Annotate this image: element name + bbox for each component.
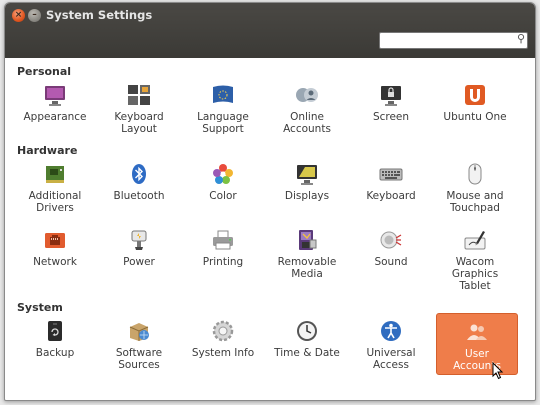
- search-icon: ⚲: [516, 32, 525, 45]
- screen-lock-icon: [379, 83, 403, 107]
- item-label: Color: [209, 190, 237, 202]
- item-online-accounts[interactable]: Online Accounts: [266, 83, 348, 141]
- keyboard-layout-icon: [127, 83, 151, 107]
- network-icon: [43, 228, 67, 252]
- clock-icon: [295, 319, 319, 343]
- item-label: Sound: [374, 256, 408, 268]
- search-input[interactable]: ⚲: [379, 32, 528, 49]
- item-label: Keyboard Layout: [114, 111, 164, 135]
- item-label: Wacom Graphics Tablet: [451, 256, 499, 292]
- wacom-tablet-icon: [463, 228, 487, 252]
- item-label: Removable Media: [277, 256, 337, 280]
- language-icon: [211, 83, 235, 107]
- appearance-icon: [43, 83, 67, 107]
- item-mouse-touchpad[interactable]: Mouse and Touchpad: [434, 162, 516, 220]
- bluetooth-icon: [127, 162, 151, 186]
- item-additional-drivers[interactable]: Additional Drivers: [14, 162, 96, 220]
- item-ubuntu-one[interactable]: Ubuntu One: [434, 83, 516, 141]
- item-label: Network: [33, 256, 77, 268]
- item-appearance[interactable]: Appearance: [14, 83, 96, 141]
- item-bluetooth[interactable]: Bluetooth: [98, 162, 180, 220]
- item-universal-access[interactable]: Universal Access: [350, 319, 432, 377]
- item-color[interactable]: Color: [182, 162, 264, 220]
- item-label: Keyboard: [366, 190, 416, 202]
- item-label: User Accounts: [453, 348, 501, 372]
- item-power[interactable]: Power: [98, 228, 180, 286]
- online-accounts-icon: [295, 83, 319, 107]
- minimize-icon: –: [32, 10, 37, 20]
- item-backup[interactable]: Backup: [14, 319, 96, 377]
- system-info-icon: [211, 319, 235, 343]
- item-label: Power: [123, 256, 155, 268]
- section-hardware: Hardware: [17, 144, 78, 157]
- color-icon: [211, 162, 235, 186]
- displays-icon: [295, 162, 319, 186]
- item-system-info[interactable]: System Info: [182, 319, 264, 377]
- close-button[interactable]: ×: [12, 9, 25, 22]
- item-label: Software Sources: [115, 347, 163, 371]
- titlebar: × – System Settings ⚲: [5, 3, 535, 58]
- settings-window: × – System Settings ⚲ Personal Hardware …: [4, 2, 536, 401]
- item-user-accounts[interactable]: User Accounts: [436, 313, 518, 375]
- item-label: System Info: [191, 347, 255, 359]
- close-icon: ×: [14, 10, 23, 20]
- item-software-sources[interactable]: Software Sources: [98, 319, 180, 377]
- item-label: Mouse and Touchpad: [446, 190, 504, 214]
- item-sound[interactable]: Sound: [350, 228, 432, 286]
- software-sources-icon: [127, 319, 151, 343]
- item-label: Appearance: [23, 111, 87, 123]
- power-icon: [127, 228, 151, 252]
- item-label: Ubuntu One: [443, 111, 507, 123]
- ubuntu-one-icon: [463, 83, 487, 107]
- item-label: Time & Date: [274, 347, 340, 359]
- minimize-button[interactable]: –: [28, 9, 41, 22]
- item-printing[interactable]: Printing: [182, 228, 264, 286]
- item-displays[interactable]: Displays: [266, 162, 348, 220]
- item-keyboard[interactable]: Keyboard: [350, 162, 432, 220]
- section-system: System: [17, 301, 63, 314]
- item-screen[interactable]: Screen: [350, 83, 432, 141]
- keyboard-icon: [379, 162, 403, 186]
- user-accounts-icon: [465, 320, 489, 344]
- item-label: Universal Access: [366, 347, 416, 371]
- removable-media-icon: [295, 228, 319, 252]
- item-wacom-tablet[interactable]: Wacom Graphics Tablet: [434, 228, 516, 292]
- mouse-icon: [463, 162, 487, 186]
- item-label: Language Support: [197, 111, 249, 135]
- item-label: Online Accounts: [283, 111, 331, 135]
- sound-icon: [379, 228, 403, 252]
- item-label: Displays: [284, 190, 330, 202]
- item-language-support[interactable]: Language Support: [182, 83, 264, 141]
- chip-icon: [43, 162, 67, 186]
- item-label: Backup: [35, 347, 75, 359]
- section-personal: Personal: [17, 65, 72, 78]
- item-label: Additional Drivers: [28, 190, 82, 214]
- item-keyboard-layout[interactable]: Keyboard Layout: [98, 83, 180, 141]
- item-label: Screen: [372, 111, 410, 123]
- window-title: System Settings: [46, 8, 153, 22]
- backup-icon: [43, 319, 67, 343]
- item-removable-media[interactable]: Removable Media: [266, 228, 348, 286]
- printer-icon: [211, 228, 235, 252]
- universal-access-icon: [379, 319, 403, 343]
- item-label: Printing: [202, 256, 244, 268]
- item-network[interactable]: Network: [14, 228, 96, 286]
- item-label: Bluetooth: [113, 190, 165, 202]
- item-time-date[interactable]: Time & Date: [266, 319, 348, 377]
